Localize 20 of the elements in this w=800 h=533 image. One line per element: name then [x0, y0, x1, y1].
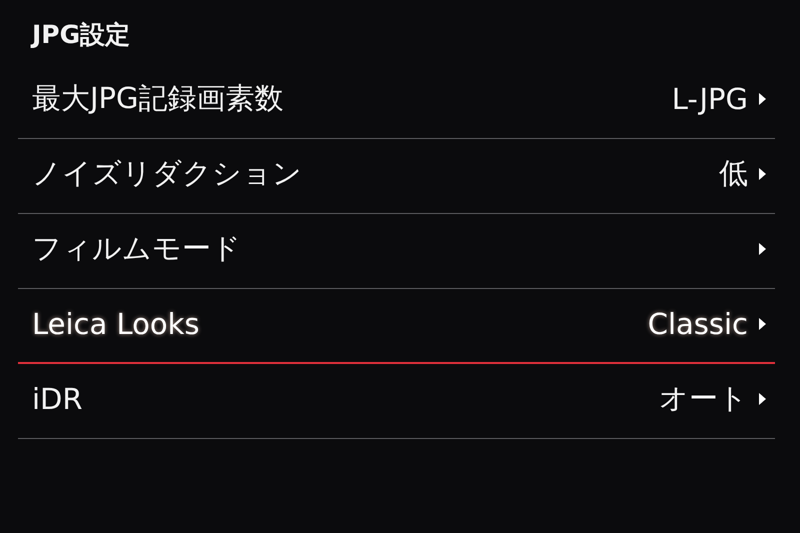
- caret-icon: [758, 242, 767, 256]
- item-label: 最大JPG記録画素数: [32, 80, 284, 117]
- caret-icon: [758, 392, 767, 406]
- caret-icon: [758, 316, 767, 330]
- item-value: L-JPG: [672, 82, 748, 116]
- menu-item[interactable]: ノイズリダクション 低: [18, 139, 775, 214]
- item-label: iDR: [32, 382, 83, 416]
- item-label: Leica Looks: [32, 306, 200, 340]
- menu-item[interactable]: iDR オート: [18, 364, 775, 439]
- caret-icon: [758, 167, 767, 181]
- item-value: 低: [719, 155, 748, 192]
- item-label: フィルムモード: [32, 230, 241, 267]
- item-value: オート: [659, 380, 748, 417]
- item-label: ノイズリダクション: [32, 155, 302, 192]
- menu-title: JPG設定: [30, 19, 132, 51]
- menu-item[interactable]: Leica Looks Classic: [18, 289, 775, 364]
- item-value: Classic: [648, 306, 748, 340]
- caret-icon: [758, 92, 767, 106]
- menu-item[interactable]: フィルムモード: [18, 214, 775, 289]
- menu-item[interactable]: 最大JPG記録画素数 L-JPG: [18, 64, 775, 139]
